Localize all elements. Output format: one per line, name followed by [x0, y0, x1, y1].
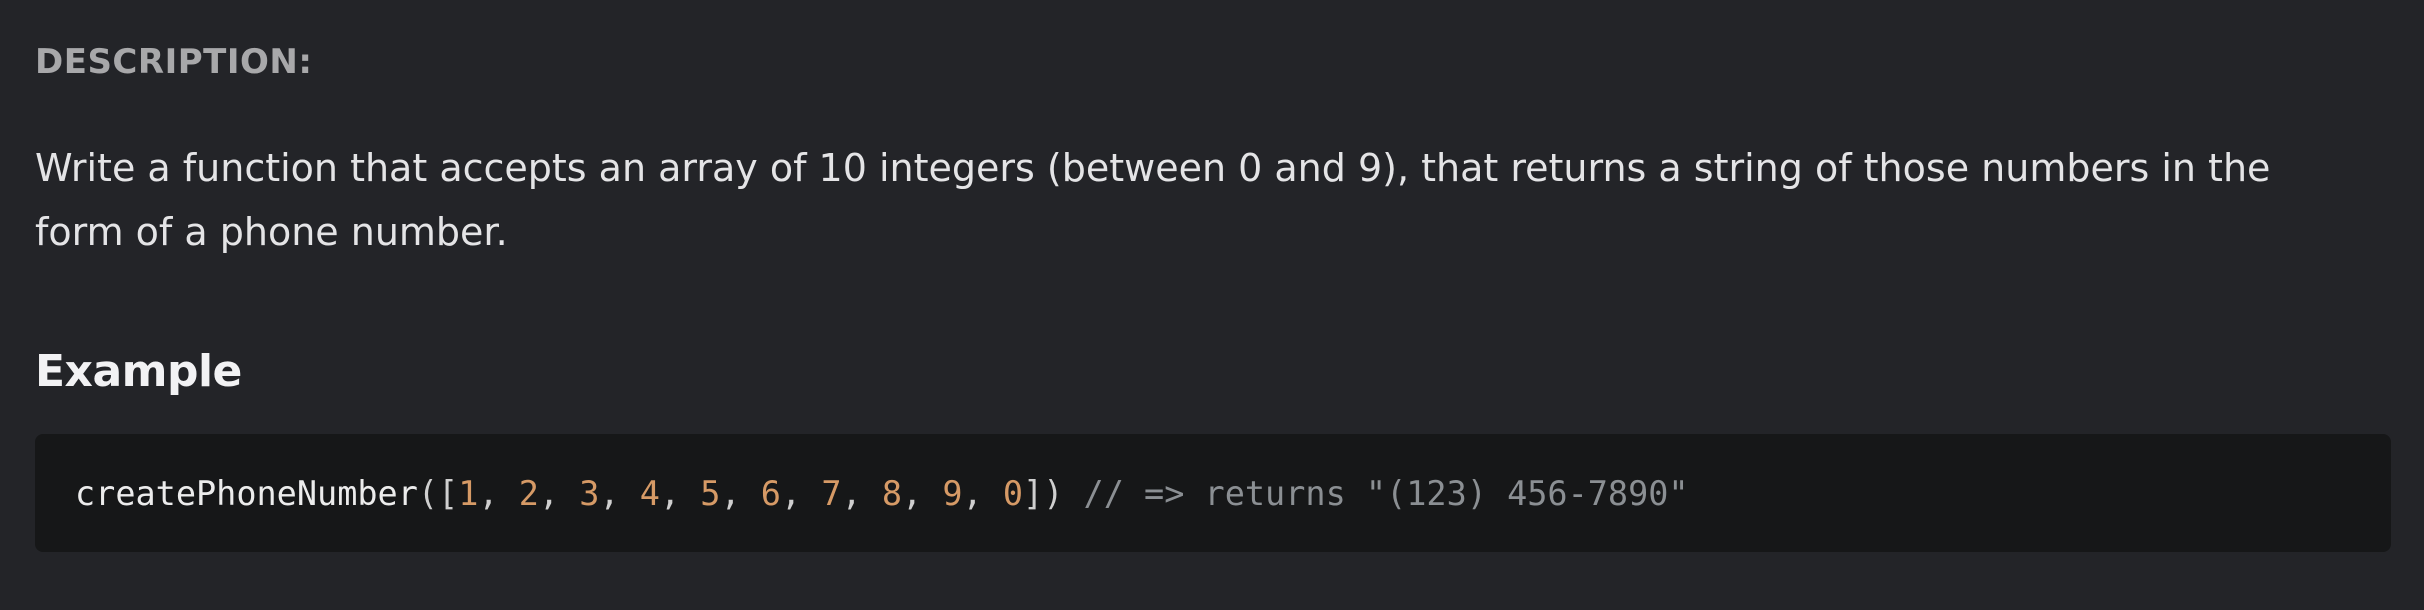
code-number: 9 [942, 473, 963, 513]
code-number: 4 [639, 473, 660, 513]
code-number: 1 [458, 473, 479, 513]
code-separator: , [841, 473, 882, 513]
code-close-bracket: ]) [1023, 473, 1064, 513]
code-separator: , [659, 473, 701, 513]
code-comment: // => returns "(123) 456-7890" [1063, 473, 1689, 513]
code-function-name: createPhoneNumber [75, 473, 418, 513]
code-separator: , [538, 473, 580, 513]
description-text: Write a function that accepts an array o… [35, 146, 2271, 254]
code-number: 0 [1002, 473, 1024, 513]
code-number: 2 [518, 473, 539, 513]
code-separator: , [720, 473, 761, 513]
example-heading: Example [35, 346, 242, 397]
code-separator: , [478, 473, 519, 513]
code-separator: , [599, 473, 640, 513]
code-number: 6 [760, 473, 781, 513]
code-number: 7 [821, 473, 842, 513]
code-number: 8 [881, 473, 902, 513]
code-separator: , [902, 473, 943, 513]
code-number: 5 [700, 473, 721, 513]
code-separator: , [962, 473, 1003, 513]
code-number: 3 [579, 473, 600, 513]
description-heading: DESCRIPTION: [35, 42, 313, 82]
code-separator: , [780, 473, 822, 513]
code-block: createPhoneNumber([1, 2, 3, 4, 5, 6, 7, … [35, 434, 2391, 552]
code-open-bracket: ([ [417, 473, 459, 513]
